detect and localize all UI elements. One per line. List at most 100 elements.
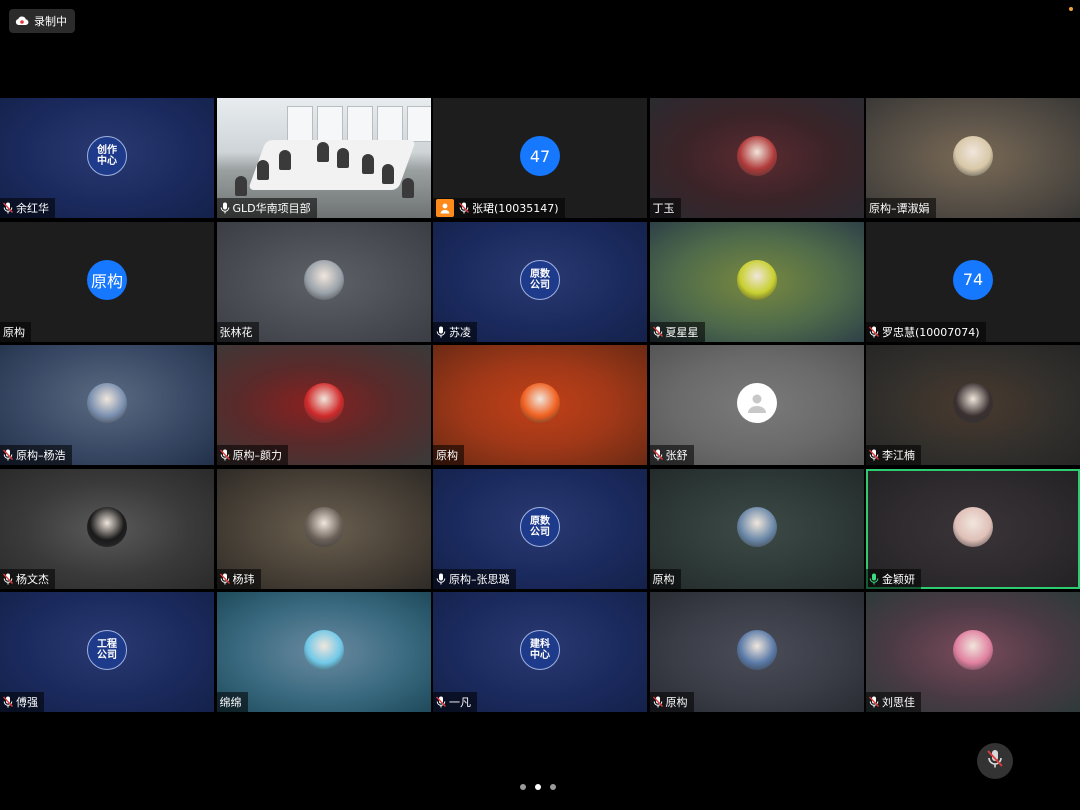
participant-name: 夏星星: [665, 325, 699, 339]
participant-tile[interactable]: GLD华南项目部: [216, 98, 431, 218]
mic-muted-icon: [3, 202, 13, 214]
mic-icon: [436, 326, 446, 338]
participant-name-tag: 金颖妍: [866, 568, 921, 589]
org-logo-avatar: 创作 中心: [87, 136, 127, 176]
participant-name: 张珺(10035147): [472, 202, 559, 215]
page-indicator[interactable]: [520, 784, 556, 790]
profile-photo-avatar: [303, 259, 344, 300]
participant-name: 张舒: [665, 449, 688, 462]
profile-photo-avatar: [953, 506, 993, 547]
mic-muted-icon: [219, 573, 230, 585]
participant-name-tag: 苏凌: [433, 321, 477, 342]
participant-name: 金颖妍: [882, 572, 915, 586]
participant-name-tag: 傅强: [0, 692, 44, 712]
participant-tile[interactable]: 杨玮: [216, 468, 431, 589]
participant-name: 原构–张思璐: [449, 572, 510, 586]
org-logo-avatar: 原数 公司: [520, 259, 560, 300]
profile-photo-avatar: [303, 506, 344, 547]
participant-name: 傅强: [16, 696, 38, 709]
participant-name-tag: 夏星星: [649, 321, 705, 342]
participant-tile[interactable]: 原构: [649, 592, 864, 712]
participant-name-tag: 杨文杰: [0, 568, 55, 589]
mic-muted-icon: [3, 449, 13, 461]
participant-name-tag: 刘思佳: [866, 692, 921, 712]
participant-name-tag: 杨玮: [216, 568, 261, 589]
participant-name: 一凡: [449, 696, 471, 709]
meeting-screen: 录制中 创作 中心 余红华 GLD华南项目部 47 张珺(10035147) 丁玉 原构–谭…: [0, 0, 1080, 810]
profile-photo-avatar: [303, 383, 344, 423]
participant-name-tag: 原构–杨浩: [0, 445, 72, 465]
participant-tile[interactable]: 金颖妍: [866, 468, 1080, 589]
participant-name-tag: 绵绵: [216, 692, 248, 712]
participant-name: 原构: [3, 325, 25, 339]
text-avatar: 74: [953, 259, 993, 300]
participant-name: 原构: [436, 449, 458, 462]
participant-tile[interactable]: 张林花: [216, 221, 431, 342]
page-dot[interactable]: [520, 784, 526, 790]
profile-photo-avatar: [736, 630, 777, 670]
participant-tile[interactable]: 绵绵: [216, 592, 431, 712]
mic-muted-icon: [869, 696, 879, 708]
participant-tile[interactable]: 原构: [433, 345, 647, 465]
mic-muted-icon: [652, 449, 663, 461]
participant-tile[interactable]: 原构: [649, 468, 864, 589]
org-logo-avatar: 原数 公司: [520, 506, 560, 547]
participant-name-tag: 原构–张思璐: [433, 568, 516, 589]
participant-tile[interactable]: 夏星星: [649, 221, 864, 342]
profile-photo-avatar: [303, 630, 344, 670]
mic-muted-icon: [459, 202, 469, 214]
guest-user-icon: [436, 199, 454, 217]
participant-grid: 创作 中心 余红华 GLD华南项目部 47 张珺(10035147) 丁玉 原构–谭淑娟 原构…: [0, 98, 1080, 713]
mute-toggle-button[interactable]: [977, 743, 1013, 779]
participant-tile[interactable]: 原数 公司苏凌: [433, 221, 647, 342]
mic-muted-icon: [652, 696, 663, 708]
participant-name: 绵绵: [219, 696, 242, 709]
mic-muted-icon: [652, 326, 663, 338]
avatar-text: 74: [962, 270, 984, 289]
recording-badge[interactable]: 录制中: [9, 9, 75, 33]
participant-tile[interactable]: 原构–杨浩: [0, 345, 214, 465]
participant-name-tag: 张珺(10035147): [433, 198, 565, 218]
participant-tile[interactable]: 李江楠: [866, 345, 1080, 465]
participant-tile[interactable]: 74 罗忠慧(10007074): [866, 221, 1080, 342]
page-dot[interactable]: [535, 784, 541, 790]
org-logo-avatar: 工程 公司: [87, 630, 127, 670]
participant-name: 原构–颜力: [232, 449, 283, 462]
participant-name-tag: 丁玉: [649, 198, 681, 218]
participant-tile[interactable]: 原构–谭淑娟: [866, 98, 1080, 218]
participant-name-tag: 原构: [649, 568, 681, 589]
org-logo-text: 原数 公司: [530, 515, 550, 538]
mic-muted-icon: [3, 696, 13, 708]
participant-name: 余红华: [16, 202, 49, 215]
participant-tile[interactable]: 原数 公司原构–张思璐: [433, 468, 647, 589]
participant-name: 丁玉: [652, 202, 675, 215]
profile-photo-avatar: [953, 630, 993, 670]
participant-name-tag: 余红华: [0, 198, 55, 218]
participant-name: 杨玮: [232, 572, 255, 586]
participant-tile[interactable]: 47 张珺(10035147): [433, 98, 647, 218]
participant-tile[interactable]: 创作 中心余红华: [0, 98, 214, 218]
participant-name-tag: 原构–谭淑娟: [866, 198, 936, 218]
participant-name-tag: 原构: [649, 692, 694, 712]
participant-tile[interactable]: 工程 公司傅强: [0, 592, 214, 712]
participant-tile[interactable]: 丁玉: [649, 98, 864, 218]
participant-tile[interactable]: 张舒: [649, 345, 864, 465]
participant-tile[interactable]: 建科 中心一凡: [433, 592, 647, 712]
avatar-text: 原构: [90, 271, 123, 291]
participant-tile[interactable]: 原构–颜力: [216, 345, 431, 465]
org-logo-text: 工程 公司: [97, 639, 117, 661]
participant-name: 罗忠慧(10007074): [882, 325, 980, 339]
participant-name-tag: 张林花: [216, 321, 259, 342]
participant-tile[interactable]: 刘思佳: [866, 592, 1080, 712]
org-logo-avatar: 建科 中心: [520, 630, 560, 670]
participant-name: 原构: [652, 572, 675, 586]
participant-name: 杨文杰: [16, 572, 49, 586]
recording-label: 录制中: [34, 15, 67, 28]
mic-muted-icon: [869, 326, 879, 338]
participant-tile[interactable]: 杨文杰: [0, 468, 214, 589]
participant-tile[interactable]: 原构 原构: [0, 221, 214, 342]
participant-name-tag: 罗忠慧(10007074): [866, 321, 986, 342]
page-dot[interactable]: [550, 784, 556, 790]
mic-muted-icon: [869, 449, 879, 461]
status-dot: [1069, 7, 1073, 11]
